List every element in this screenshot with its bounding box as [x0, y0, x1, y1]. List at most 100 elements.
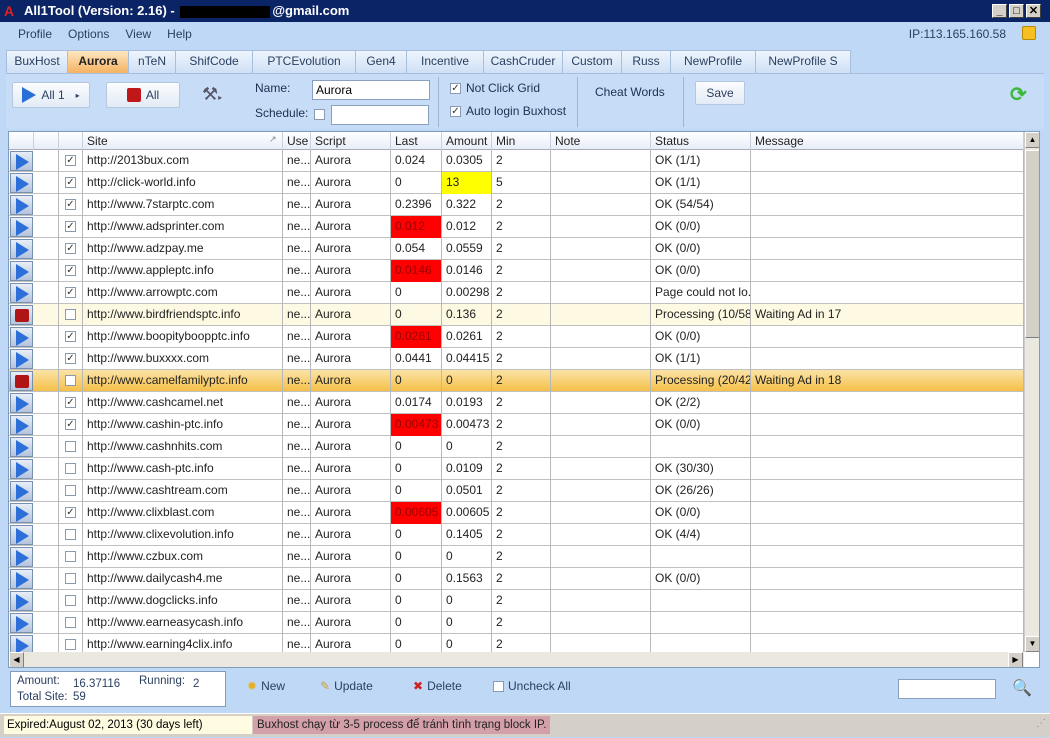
- row-checkbox[interactable]: [65, 639, 76, 650]
- column-header-message[interactable]: Message: [751, 132, 1024, 150]
- close-button[interactable]: ✕: [1026, 4, 1041, 18]
- row-checkbox[interactable]: ✓: [65, 507, 76, 518]
- row-checkbox-cell[interactable]: [59, 568, 83, 590]
- start-site-button[interactable]: [10, 547, 33, 567]
- table-row[interactable]: ✓ http://www.cashin-ptc.info ne... Aurora 0.…: [9, 414, 1024, 436]
- column-header-use[interactable]: Use: [283, 132, 311, 150]
- minimize-tray-icon[interactable]: [1022, 26, 1036, 40]
- minimize-button[interactable]: _: [992, 4, 1007, 18]
- stop-site-button[interactable]: [10, 305, 33, 325]
- row-checkbox-cell[interactable]: [59, 524, 83, 546]
- cheat-words-link[interactable]: Cheat Words: [595, 85, 665, 99]
- new-button[interactable]: ✹ New: [247, 679, 285, 693]
- start-site-button[interactable]: [10, 349, 33, 369]
- start-site-button[interactable]: [10, 173, 33, 193]
- tools-icon[interactable]: ⚒▸: [202, 84, 222, 105]
- stop-all-button[interactable]: All: [106, 82, 180, 108]
- table-row[interactable]: ✓ http://www.boopityboopptc.info ne... Auro…: [9, 326, 1024, 348]
- row-checkbox[interactable]: [65, 573, 76, 584]
- table-row[interactable]: http://www.clixevolution.info ne... Aurora…: [9, 524, 1024, 546]
- refresh-icon[interactable]: ⟳: [1010, 82, 1027, 107]
- row-checkbox[interactable]: [65, 529, 76, 540]
- row-checkbox[interactable]: ✓: [65, 221, 76, 232]
- not-click-grid-checkbox[interactable]: ✓: [450, 83, 461, 94]
- table-row[interactable]: http://www.cashtream.com ne... Aurora 0 0.05…: [9, 480, 1024, 502]
- tab-ptcevolution[interactable]: PTCEvolution: [252, 50, 356, 73]
- save-button[interactable]: Save: [695, 81, 745, 105]
- start-site-button[interactable]: [10, 327, 33, 347]
- row-checkbox[interactable]: ✓: [65, 331, 76, 342]
- tab-newprofile[interactable]: NewProfile: [670, 50, 756, 73]
- column-header-script[interactable]: Script: [311, 132, 391, 150]
- uncheck-all-button[interactable]: Uncheck All: [493, 679, 571, 693]
- start-site-button[interactable]: [10, 195, 33, 215]
- resize-grip-icon[interactable]: ⋰: [1036, 718, 1046, 729]
- tab-shifcode[interactable]: ShifCode: [175, 50, 253, 73]
- row-checkbox-cell[interactable]: [59, 304, 83, 326]
- dropdown-arrow-icon[interactable]: ▸: [76, 91, 80, 100]
- table-row[interactable]: ✓ http://click-world.info ne... Aurora 0 13 5 O…: [9, 172, 1024, 194]
- delete-button[interactable]: ✖ Delete: [413, 679, 462, 693]
- table-row[interactable]: ✓ http://www.appleptc.info ne... Aurora 0.01…: [9, 260, 1024, 282]
- start-site-button[interactable]: [10, 217, 33, 237]
- start-site-button[interactable]: [10, 393, 33, 413]
- table-row[interactable]: ✓ http://2013bux.com ne... Aurora 0.024 0.030…: [9, 150, 1024, 172]
- row-checkbox[interactable]: [65, 617, 76, 628]
- scroll-up-arrow[interactable]: ▲: [1025, 132, 1039, 148]
- row-checkbox[interactable]: [65, 595, 76, 606]
- row-checkbox-cell[interactable]: ✓: [59, 150, 83, 172]
- table-row[interactable]: ✓ http://www.7starptc.com ne... Aurora 0.239…: [9, 194, 1024, 216]
- column-header-col1[interactable]: [34, 132, 59, 150]
- start-site-button[interactable]: [10, 415, 33, 435]
- scroll-down-arrow[interactable]: ▼: [1025, 636, 1039, 652]
- tab-nten[interactable]: nTeN: [128, 50, 176, 73]
- search-input[interactable]: [898, 679, 996, 699]
- name-input[interactable]: Aurora: [312, 80, 430, 100]
- table-row[interactable]: http://www.czbux.com ne... Aurora 0 0 2: [9, 546, 1024, 568]
- row-checkbox[interactable]: ✓: [65, 155, 76, 166]
- row-checkbox-cell[interactable]: ✓: [59, 392, 83, 414]
- row-checkbox-cell[interactable]: ✓: [59, 216, 83, 238]
- vertical-scroll-thumb[interactable]: [1025, 150, 1039, 338]
- auto-login-checkbox[interactable]: ✓: [450, 106, 461, 117]
- menu-help[interactable]: Help: [159, 22, 200, 46]
- row-checkbox[interactable]: ✓: [65, 397, 76, 408]
- row-checkbox[interactable]: ✓: [65, 199, 76, 210]
- row-checkbox-cell[interactable]: ✓: [59, 172, 83, 194]
- update-button[interactable]: ✎ Update: [320, 679, 373, 693]
- start-site-button[interactable]: [10, 481, 33, 501]
- table-row[interactable]: ✓ http://www.adsprinter.com ne... Aurora 0.0…: [9, 216, 1024, 238]
- schedule-checkbox[interactable]: [314, 109, 325, 120]
- schedule-input[interactable]: [331, 105, 429, 125]
- table-row[interactable]: ✓ http://www.buxxxx.com ne... Aurora 0.0441 0…: [9, 348, 1024, 370]
- row-checkbox-cell[interactable]: ✓: [59, 502, 83, 524]
- start-site-button[interactable]: [10, 239, 33, 259]
- table-row[interactable]: http://www.cashnhits.com ne... Aurora 0 0 2: [9, 436, 1024, 458]
- start-site-button[interactable]: [10, 151, 33, 171]
- column-header-col0[interactable]: [9, 132, 34, 150]
- row-checkbox[interactable]: [65, 463, 76, 474]
- stop-site-button[interactable]: [10, 371, 33, 391]
- tab-cashcruder[interactable]: CashCruder: [483, 50, 563, 73]
- start-site-button[interactable]: [10, 591, 33, 611]
- uncheck-all-checkbox[interactable]: [493, 680, 504, 692]
- row-checkbox[interactable]: ✓: [65, 265, 76, 276]
- table-row[interactable]: http://www.dogclicks.info ne... Aurora 0 0 2: [9, 590, 1024, 612]
- table-row[interactable]: http://www.birdfriendsptc.info ne... Auror…: [9, 304, 1024, 326]
- column-header-site[interactable]: Site: [83, 132, 283, 150]
- row-checkbox-cell[interactable]: [59, 370, 83, 392]
- table-row[interactable]: ✓ http://www.cashcamel.net ne... Aurora 0.01…: [9, 392, 1024, 414]
- table-row[interactable]: http://www.earneasycash.info ne... Aurora 0…: [9, 612, 1024, 634]
- table-row[interactable]: ✓ http://www.clixblast.com ne... Aurora 0.00…: [9, 502, 1024, 524]
- row-checkbox[interactable]: [65, 441, 76, 452]
- row-checkbox[interactable]: [65, 309, 76, 320]
- start-site-button[interactable]: [10, 437, 33, 457]
- column-header-col2[interactable]: [59, 132, 83, 150]
- row-checkbox-cell[interactable]: ✓: [59, 260, 83, 282]
- start-site-button[interactable]: [10, 261, 33, 281]
- start-site-button[interactable]: [10, 613, 33, 633]
- search-icon[interactable]: 🔍: [1012, 678, 1032, 698]
- row-checkbox[interactable]: ✓: [65, 419, 76, 430]
- table-row[interactable]: http://www.dailycash4.me ne... Aurora 0 0.15…: [9, 568, 1024, 590]
- row-checkbox-cell[interactable]: ✓: [59, 348, 83, 370]
